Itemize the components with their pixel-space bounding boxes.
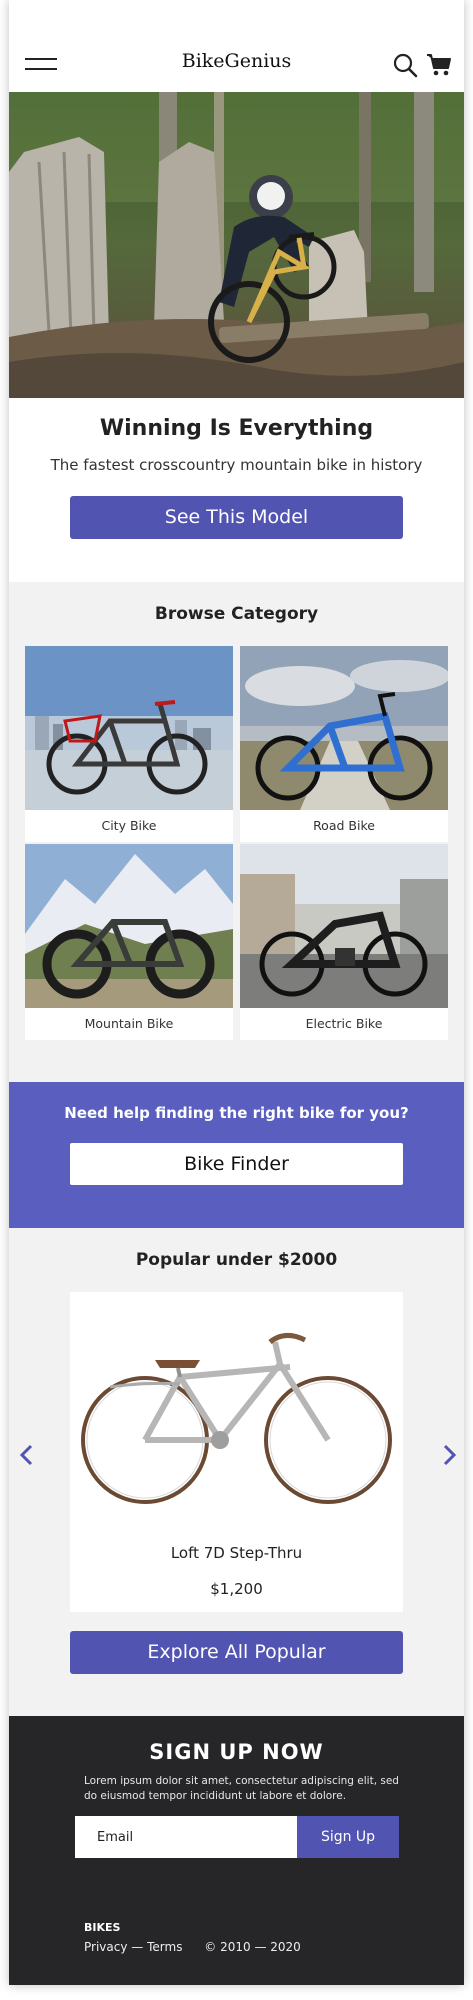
electric-bike-image (240, 844, 448, 1008)
product-name: Loft 7D Step-Thru (170, 1544, 303, 1562)
category-label-road: Road Bike (313, 818, 375, 833)
chevron-right-icon[interactable] (439, 1444, 459, 1466)
link-separator: — (131, 1940, 144, 1954)
app-frame: BikeGenius Winning Is Everything The fas… (9, 0, 464, 1985)
cart-icon[interactable] (426, 52, 452, 78)
privacy-link[interactable]: Privacy (84, 1940, 127, 1954)
browse-category-section: Browse Category City Bike Road Bike Moun… (9, 582, 464, 1082)
category-card-road[interactable]: Road Bike (240, 646, 448, 842)
city-bike-image (25, 646, 233, 810)
hero-image (9, 92, 464, 398)
category-card-electric[interactable]: Electric Bike (240, 844, 448, 1040)
bike-finder-banner: Need help finding the right bike for you… (9, 1082, 464, 1228)
hero-title: Winning Is Everything (99, 416, 374, 441)
chevron-left-icon[interactable] (17, 1444, 37, 1466)
signup-title: SIGN UP NOW (149, 1740, 324, 1764)
sign-up-button[interactable]: Sign Up (297, 1816, 399, 1858)
see-this-model-button[interactable]: See This Model (70, 496, 403, 539)
popular-section: Popular under $2000 Loft 7D Step-Thru $1… (9, 1228, 464, 1716)
terms-link[interactable]: Terms (147, 1940, 182, 1954)
category-title: Browse Category (154, 604, 319, 624)
signup-description: Lorem ipsum dolor sit amet, consectetur … (84, 1775, 399, 1802)
product-card[interactable]: Loft 7D Step-Thru $1,200 (70, 1292, 403, 1612)
footer: SIGN UP NOW Lorem ipsum dolor sit amet, … (9, 1716, 464, 1985)
category-card-city[interactable]: City Bike (25, 646, 233, 842)
product-image (81, 1333, 392, 1504)
popular-title: Popular under $2000 (135, 1250, 338, 1270)
email-field[interactable] (75, 1816, 297, 1858)
copyright: © 2010 — 2020 (204, 1940, 301, 1954)
category-label-mountain: Mountain Bike (84, 1016, 174, 1031)
mountain-bike-image (25, 844, 233, 1008)
road-bike-image (240, 646, 448, 810)
category-label-city: City Bike (101, 818, 157, 833)
hero-subtitle: The fastest crosscountry mountain bike i… (50, 456, 423, 474)
finder-question: Need help finding the right bike for you… (64, 1104, 409, 1122)
bike-finder-button[interactable]: Bike Finder (70, 1143, 403, 1185)
category-card-mountain[interactable]: Mountain Bike (25, 844, 233, 1040)
footer-links: Privacy — Terms © 2010 — 2020 (84, 1940, 301, 1954)
top-header: BikeGenius (9, 0, 464, 92)
explore-all-popular-button[interactable]: Explore All Popular (70, 1631, 403, 1674)
search-icon[interactable] (392, 52, 418, 78)
product-price: $1,200 (210, 1580, 263, 1598)
footer-brand: BIKES (84, 1921, 121, 1934)
category-label-electric: Electric Bike (305, 1016, 383, 1031)
